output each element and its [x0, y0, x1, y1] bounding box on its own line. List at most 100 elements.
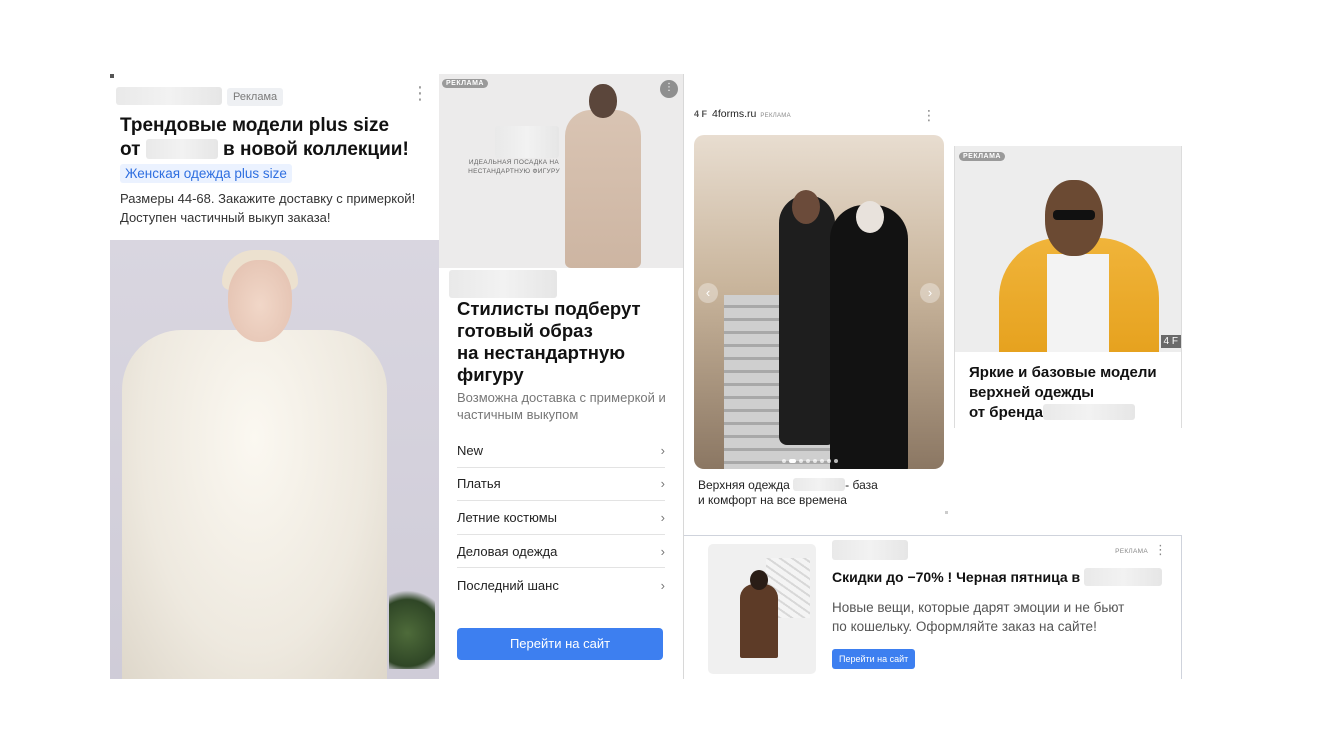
ad-card-stylists[interactable]: РЕКЛАМА ⋮ ИДЕАЛЬНАЯ ПОСАДКА НА НЕСТАНДАР… [439, 74, 683, 679]
head-shape [228, 260, 292, 342]
title-line2: готовый образ [457, 320, 593, 341]
carousel-image[interactable]: ‹ › [694, 135, 944, 469]
carousel-prev-icon[interactable]: ‹ [698, 283, 718, 303]
title-prefix: от [120, 139, 141, 160]
ad-title[interactable]: Трендовые модели plus size от в новой ко… [120, 114, 435, 162]
person-shape [830, 205, 908, 469]
blurred-domain [116, 87, 222, 105]
carousel-dot[interactable] [813, 459, 817, 463]
brand-logo: 4 F [694, 109, 708, 119]
title-line1: Трендовые модели plus size [120, 115, 390, 136]
chevron-right-icon: › [660, 577, 665, 593]
sitelink-last-chance[interactable]: Последний шанс › [457, 568, 665, 602]
sunglasses-shape [1053, 210, 1095, 220]
ad-description: Размеры 44-68. Закажите доставку с приме… [120, 189, 438, 227]
sitelink-summer-suits[interactable]: Летние костюмы › [457, 501, 665, 535]
chevron-right-icon: › [660, 509, 665, 525]
ad-card-plus-size[interactable]: Реклама ⋮ Трендовые модели plus size от … [110, 74, 439, 679]
ad-title[interactable]: Яркие и базовые модели верхней одежды от… [969, 363, 1179, 423]
sitelink-label: Летние костюмы [457, 509, 557, 525]
caption-line2: и комфорт на все времена [698, 493, 847, 507]
more-options-icon[interactable]: ⋮ [660, 80, 678, 98]
ad-title[interactable]: Скидки до −70% ! Черная пятница в [832, 568, 1172, 587]
carousel-dots[interactable] [782, 459, 838, 463]
ad-badge: РЕКЛАМА [959, 152, 1005, 161]
sitelink-label: Деловая одежда [457, 543, 558, 559]
sitelink-label: Последний шанс [457, 577, 559, 593]
carousel-dot[interactable] [799, 459, 803, 463]
ad-badge: Реклама [227, 88, 284, 106]
blurred-brand [1084, 568, 1163, 586]
ad-card-outerwear-carousel[interactable]: 4 F 4forms.ru РЕКЛАМА ⋮ ‹ › Верхняя одежда… [684, 100, 950, 520]
more-options-icon[interactable]: ⋮ [1154, 542, 1167, 558]
carousel-dot[interactable] [820, 459, 824, 463]
sitelink-label: New [457, 442, 484, 458]
head-shape [750, 570, 768, 590]
title-line1: Яркие и базовые модели [969, 364, 1157, 381]
blurred-logo [495, 126, 559, 158]
ad-caption[interactable]: Верхняя одежда - база и комфорт на все в… [698, 478, 928, 508]
ad-card-yellow-jacket[interactable]: РЕКЛАМА 4 F Яркие и базовые модели верхн… [954, 146, 1182, 428]
desc-line2: Доступен частичный выкуп заказа! [120, 210, 331, 225]
title-line1: Стилисты подберут [457, 298, 641, 319]
ad-card-black-friday[interactable]: РЕКЛАМА ⋮ Скидки до −70% ! Черная пятниц… [684, 535, 1182, 679]
carousel-dot[interactable] [827, 459, 831, 463]
caption-prefix: Верхняя одежда [698, 478, 790, 492]
ad-badge: РЕКЛАМА [442, 79, 488, 88]
ad-image-white-jacket[interactable] [110, 240, 439, 679]
carousel-next-icon[interactable]: › [920, 283, 940, 303]
chevron-right-icon: › [660, 476, 665, 492]
desc-line1: Новые вещи, которые дарят эмоции и не бь… [832, 600, 1125, 615]
sitelink-dresses[interactable]: Платья › [457, 468, 665, 502]
title-line2: верхней одежды [969, 384, 1095, 401]
carousel-dot[interactable] [806, 459, 810, 463]
chevron-right-icon: › [660, 543, 665, 559]
brand-mark: 4 F [1160, 335, 1181, 348]
title-suffix: в новой коллекции! [223, 139, 409, 160]
head-shape [856, 201, 884, 233]
ad-title[interactable]: Стилисты подберут готовый образ на неста… [457, 298, 679, 386]
title-line3: на нестандартную [457, 342, 626, 363]
person-shape [779, 195, 835, 445]
caption-suffix: - база [845, 478, 878, 492]
title-prefix3: от бренда [969, 404, 1043, 421]
jacket-shape [122, 330, 387, 679]
sitelink-label: Платья [457, 476, 501, 492]
go-to-site-button[interactable]: Перейти на сайт [457, 628, 663, 660]
head-shape [792, 190, 820, 224]
ad-description: Новые вещи, которые дарят эмоции и не бь… [832, 598, 1152, 636]
ad-image-beige-coat[interactable]: РЕКЛАМА ⋮ ИДЕАЛЬНАЯ ПОСАДКА НА НЕСТАНДАР… [439, 74, 683, 268]
ad-domain[interactable]: 4forms.ru [712, 108, 756, 120]
corner-mark [110, 74, 114, 78]
title-line4: фигуру [457, 364, 524, 385]
sitelink-business[interactable]: Деловая одежда › [457, 535, 665, 569]
carousel-dot-active[interactable] [789, 459, 796, 463]
blurred-domain [832, 540, 908, 560]
desc-line1: Размеры 44-68. Закажите доставку с приме… [120, 191, 416, 206]
ad-description: Возможна доставка с примеркой и частичны… [457, 390, 666, 422]
title-text: Скидки до −70% ! Черная пятница в [832, 569, 1081, 585]
blurred-brand [145, 139, 218, 159]
sitelink-new[interactable]: New › [457, 434, 665, 468]
blurred-brand [793, 478, 846, 491]
chevron-right-icon: › [660, 442, 665, 458]
sitelink-plus-size[interactable]: Женская одежда plus size [120, 164, 292, 183]
more-options-icon[interactable]: ⋮ [922, 107, 936, 124]
head-shape [589, 84, 617, 118]
blurred-brand [1043, 404, 1135, 420]
go-to-site-button[interactable]: Перейти на сайт [832, 649, 916, 669]
carousel-dot[interactable] [834, 459, 838, 463]
shirt-shape [1047, 254, 1109, 352]
carousel-dot[interactable] [782, 459, 786, 463]
ad-badge: РЕКЛАМА [760, 113, 791, 119]
ad-image-brown-coat[interactable] [708, 544, 816, 674]
coat-shape [565, 110, 641, 268]
plant-shape [389, 579, 435, 669]
more-options-icon[interactable]: ⋮ [411, 84, 429, 102]
ad-badge: РЕКЛАМА [1115, 548, 1148, 555]
hero-caption: ИДЕАЛЬНАЯ ПОСАДКА НА НЕСТАНДАРТНУЮ ФИГУР… [468, 159, 560, 175]
corner-mark [945, 511, 948, 514]
sitelinks-list: New › Платья › Летние костюмы › Деловая … [457, 434, 665, 602]
ad-image-yellow-jacket[interactable]: РЕКЛАМА 4 F [955, 146, 1181, 352]
coat-shape [740, 584, 778, 658]
